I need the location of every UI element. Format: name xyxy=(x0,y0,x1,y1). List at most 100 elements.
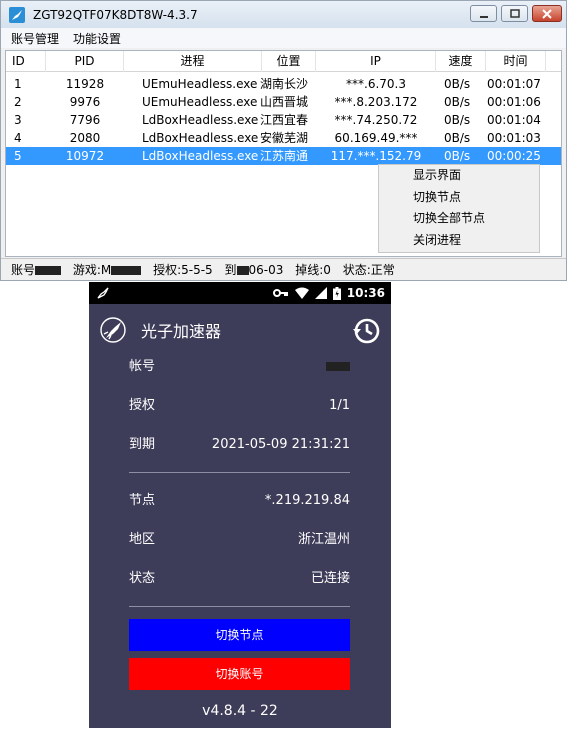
android-status-bar: 10:36 xyxy=(89,282,391,304)
minimize-icon xyxy=(479,15,488,18)
info-row-auth: 授权 1/1 xyxy=(129,394,350,418)
cell-time: 00:00:25 xyxy=(487,149,541,163)
status-bar: 账号 游戏:M 授权:5-5-5 到 06-03 掉线:0 状态:正常 xyxy=(1,258,566,280)
col-header-pid[interactable]: PID xyxy=(46,51,124,72)
cell-process: UEmuHeadless.exe xyxy=(142,77,258,91)
switch-account-button[interactable]: 切换账号 xyxy=(129,658,350,690)
account-label: 帐号 xyxy=(129,359,156,374)
window-title: ZGT92QTF07K8DT8W-4.3.7 xyxy=(33,7,198,22)
cell-id: 1 xyxy=(14,77,22,91)
switch-node-button[interactable]: 切换节点 xyxy=(129,619,350,651)
table-row[interactable]: 1 11928 UEmuHeadless.exe 湖南长沙 ***.6.70.3… xyxy=(6,75,561,93)
node-value: *.219.219.84 xyxy=(264,493,350,508)
info-row-state: 状态 已连接 xyxy=(129,567,350,591)
cell-ip: ***.8.203.172 xyxy=(334,95,418,109)
wifi-icon xyxy=(294,287,309,299)
cell-speed: 0B/s xyxy=(444,149,471,163)
close-button[interactable] xyxy=(532,5,562,22)
app-window: ZGT92QTF07K8DT8W-4.3.7 账号管理 功能设置 ID PID … xyxy=(0,0,567,281)
cell-process: LdBoxHeadless.exe xyxy=(142,131,259,145)
cell-pid: 10972 xyxy=(65,149,105,163)
context-menu: 显示界面 切换节点 切换全部节点 关闭进程 xyxy=(378,164,540,253)
redacted-account-value xyxy=(326,362,350,371)
cell-time: 00:01:06 xyxy=(487,95,541,109)
minimize-button[interactable] xyxy=(470,5,497,22)
info-row-region: 地区 浙江温州 xyxy=(129,528,350,552)
cell-process: LdBoxHeadless.exe xyxy=(142,113,259,127)
status-account-label: 账号 xyxy=(11,263,36,277)
notification-rocket-icon xyxy=(97,287,109,299)
state-label: 状态 xyxy=(129,571,156,586)
cell-ip: 117.***.152.79 xyxy=(330,149,422,163)
cell-pid: 2080 xyxy=(69,131,101,145)
state-value: 已连接 xyxy=(310,571,350,586)
col-header-ip[interactable]: IP xyxy=(316,51,436,72)
status-expire-label: 到 xyxy=(224,263,237,277)
auth-label: 授权 xyxy=(129,398,156,413)
cell-process: UEmuHeadless.exe xyxy=(142,95,258,109)
info-row-node: 节点 *.219.219.84 xyxy=(129,489,350,513)
col-header-id[interactable]: ID xyxy=(6,51,46,72)
status-drop: 掉线:0 xyxy=(295,263,331,277)
status-game: 游戏:M xyxy=(72,263,112,277)
node-label: 节点 xyxy=(129,493,156,508)
col-header-speed[interactable]: 速度 xyxy=(436,51,486,72)
table-row[interactable]: 4 2080 LdBoxHeadless.exe 安徽芜湖 60.169.49.… xyxy=(6,129,561,147)
expire-label: 到期 xyxy=(129,437,156,452)
cell-id: 4 xyxy=(14,131,22,145)
status-clock: 10:36 xyxy=(346,286,385,300)
expire-value: 2021-05-09 21:31:21 xyxy=(211,437,350,452)
cell-location: 安徽芜湖 xyxy=(260,131,309,145)
ctx-show-window[interactable]: 显示界面 xyxy=(379,165,539,187)
info-row-account: 帐号 xyxy=(129,355,350,379)
table-row[interactable]: 2 9976 UEmuHeadless.exe 山西晋城 ***.8.203.1… xyxy=(6,93,561,111)
col-header-location[interactable]: 位置 xyxy=(262,51,316,72)
col-header-process[interactable]: 进程 xyxy=(124,51,262,72)
history-icon[interactable] xyxy=(351,316,381,346)
table-row-selected[interactable]: 5 10972 LdBoxHeadless.exe 江苏南通 117.***.1… xyxy=(6,147,561,165)
phone-screen: 10:36 光子加速器 帐号 授权 1/1 到期 2021-05-09 21:3… xyxy=(89,282,391,728)
region-value: 浙江温州 xyxy=(297,532,350,547)
menu-feature-settings[interactable]: 功能设置 xyxy=(73,30,121,47)
cell-speed: 0B/s xyxy=(444,77,471,91)
ctx-close-process[interactable]: 关闭进程 xyxy=(379,230,539,252)
cell-speed: 0B/s xyxy=(444,113,471,127)
table-row[interactable]: 3 7796 LdBoxHeadless.exe 江西宜春 ***.74.250… xyxy=(6,111,561,129)
info-row-expire: 到期 2021-05-09 21:31:21 xyxy=(129,433,350,457)
rocket-icon xyxy=(9,6,25,23)
redacted-expire xyxy=(236,266,249,275)
cell-ip: ***.74.250.72 xyxy=(334,113,418,127)
account-value xyxy=(326,355,350,379)
status-state: 状态:正常 xyxy=(342,263,395,277)
cell-process: LdBoxHeadless.exe xyxy=(142,149,259,163)
cell-time: 00:01:03 xyxy=(487,131,541,145)
close-icon xyxy=(542,8,552,19)
title-bar[interactable]: ZGT92QTF07K8DT8W-4.3.7 xyxy=(1,1,566,28)
maximize-icon xyxy=(509,8,520,18)
redacted-account xyxy=(35,266,62,275)
vpn-key-icon xyxy=(272,289,288,297)
auth-value: 1/1 xyxy=(329,398,350,413)
cell-location: 江苏南通 xyxy=(260,149,309,163)
region-label: 地区 xyxy=(129,532,156,547)
signal-icon xyxy=(314,287,327,299)
cell-pid: 7796 xyxy=(69,113,101,127)
cell-ip: ***.6.70.3 xyxy=(346,77,406,91)
status-expire: 06-03 xyxy=(248,263,284,277)
cell-id: 3 xyxy=(14,113,22,127)
cell-pid: 11928 xyxy=(65,77,105,91)
cell-pid: 9976 xyxy=(69,95,101,109)
cell-speed: 0B/s xyxy=(444,131,471,145)
divider xyxy=(129,606,350,607)
maximize-button[interactable] xyxy=(501,5,528,22)
status-auth: 授权:5-5-5 xyxy=(153,263,213,277)
cell-ip: 60.169.49.*** xyxy=(334,131,418,145)
battery-icon xyxy=(332,286,341,300)
menu-account-management[interactable]: 账号管理 xyxy=(11,30,59,47)
table-header: ID PID 进程 位置 IP 速度 时间 xyxy=(6,51,561,72)
ctx-switch-node[interactable]: 切换节点 xyxy=(379,187,539,209)
cell-location: 山西晋城 xyxy=(260,95,309,109)
app-title: 光子加速器 xyxy=(141,322,222,341)
ctx-switch-all-nodes[interactable]: 切换全部节点 xyxy=(379,208,539,230)
col-header-time[interactable]: 时间 xyxy=(486,51,546,72)
